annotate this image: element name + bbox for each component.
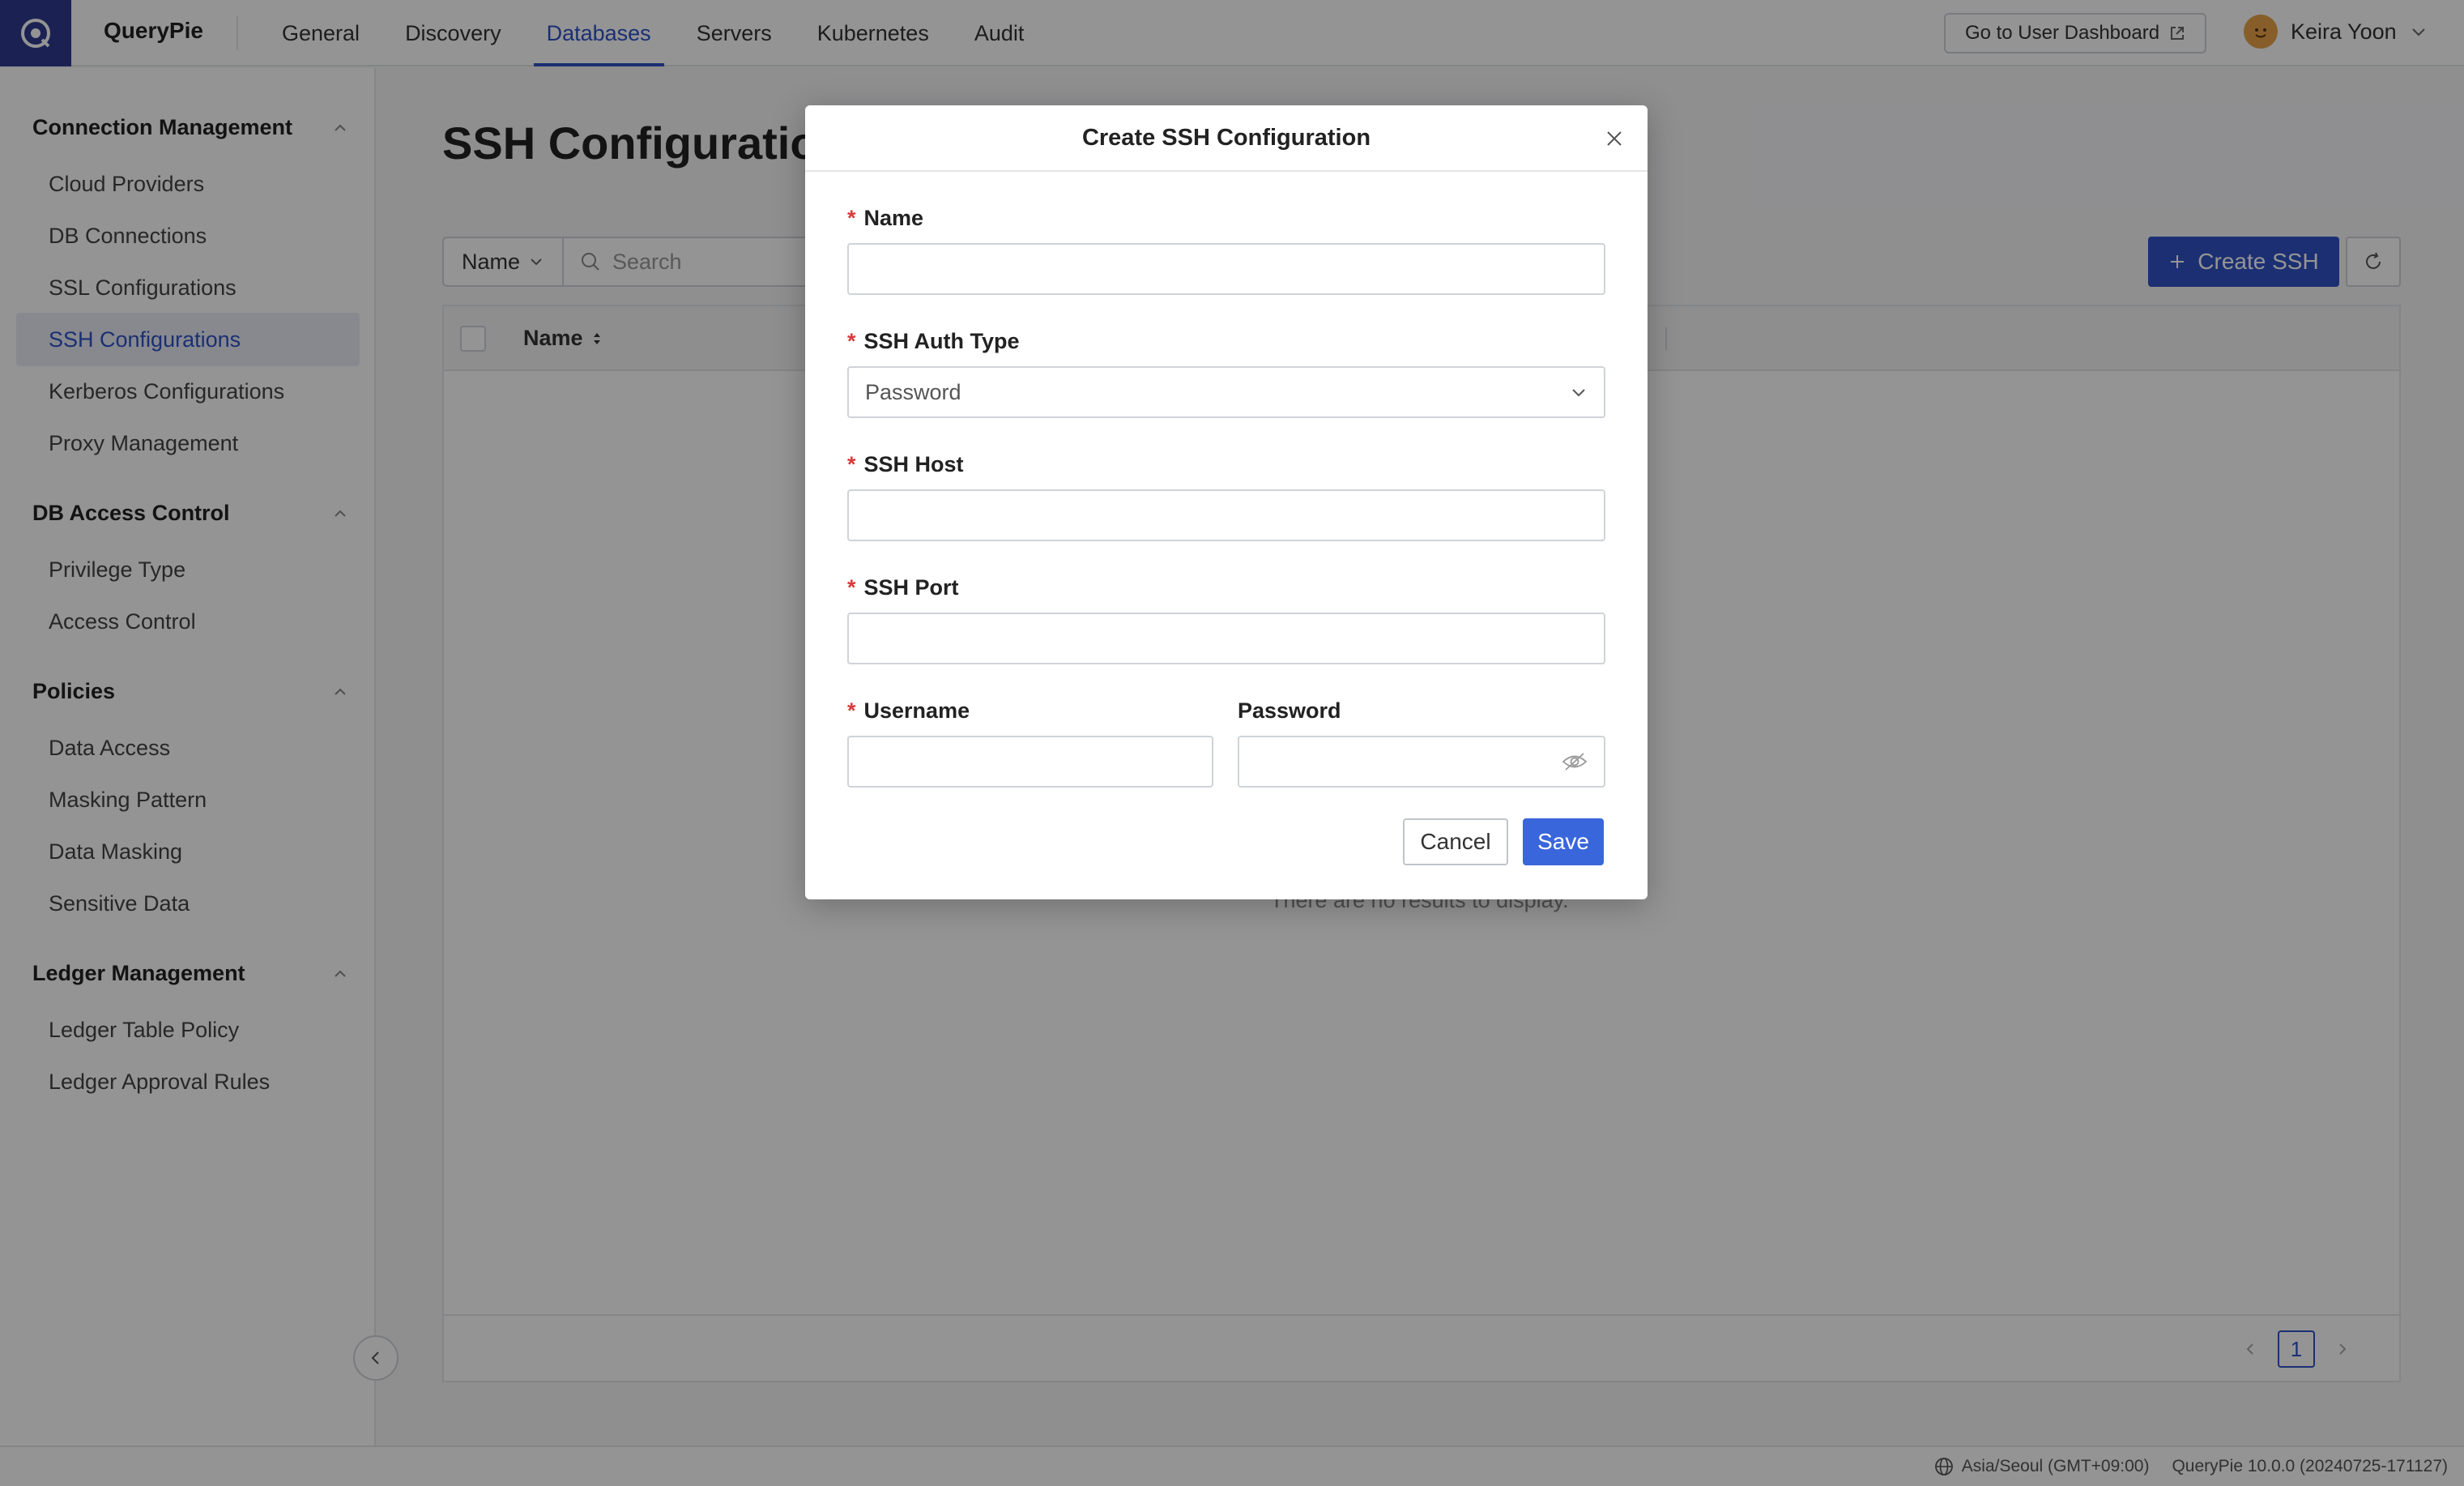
required-mark: * <box>847 698 856 723</box>
username-label-text: Username <box>863 698 970 723</box>
required-mark: * <box>847 329 856 353</box>
eye-off-icon[interactable] <box>1562 751 1588 772</box>
required-mark: * <box>847 575 856 600</box>
name-input[interactable] <box>847 243 1605 295</box>
port-label-text: SSH Port <box>863 575 959 600</box>
name-label-text: Name <box>863 206 924 230</box>
modal-title: Create SSH Configuration <box>1081 124 1371 151</box>
modal-header: Create SSH Configuration <box>805 105 1648 172</box>
username-input[interactable] <box>847 736 1213 788</box>
ssh-auth-type-select[interactable]: Password <box>847 366 1605 418</box>
cancel-button[interactable]: Cancel <box>1403 818 1508 865</box>
save-button[interactable]: Save <box>1523 818 1604 865</box>
close-button[interactable] <box>1602 126 1626 151</box>
ssh-port-label: * SSH Port <box>847 575 959 600</box>
password-label: Password <box>1238 698 1341 724</box>
auth-type-value: Password <box>865 379 961 404</box>
auth-type-label-text: SSH Auth Type <box>863 329 1020 353</box>
ssh-host-label: * SSH Host <box>847 452 964 477</box>
username-label: * Username <box>847 698 970 724</box>
ssh-host-input[interactable] <box>847 489 1605 541</box>
ssh-auth-type-label: * SSH Auth Type <box>847 329 1020 354</box>
password-label-text: Password <box>1238 698 1341 723</box>
chevron-down-icon <box>1572 389 1585 397</box>
password-input[interactable] <box>1238 736 1605 788</box>
host-label-text: SSH Host <box>863 452 964 476</box>
close-icon <box>1607 131 1622 146</box>
required-mark: * <box>847 452 856 476</box>
required-mark: * <box>847 206 856 230</box>
ssh-port-input[interactable] <box>847 613 1605 664</box>
name-label: * Name <box>847 206 923 231</box>
create-ssh-configuration-modal: Create SSH Configuration * Name * SSH Auth… <box>805 105 1648 899</box>
